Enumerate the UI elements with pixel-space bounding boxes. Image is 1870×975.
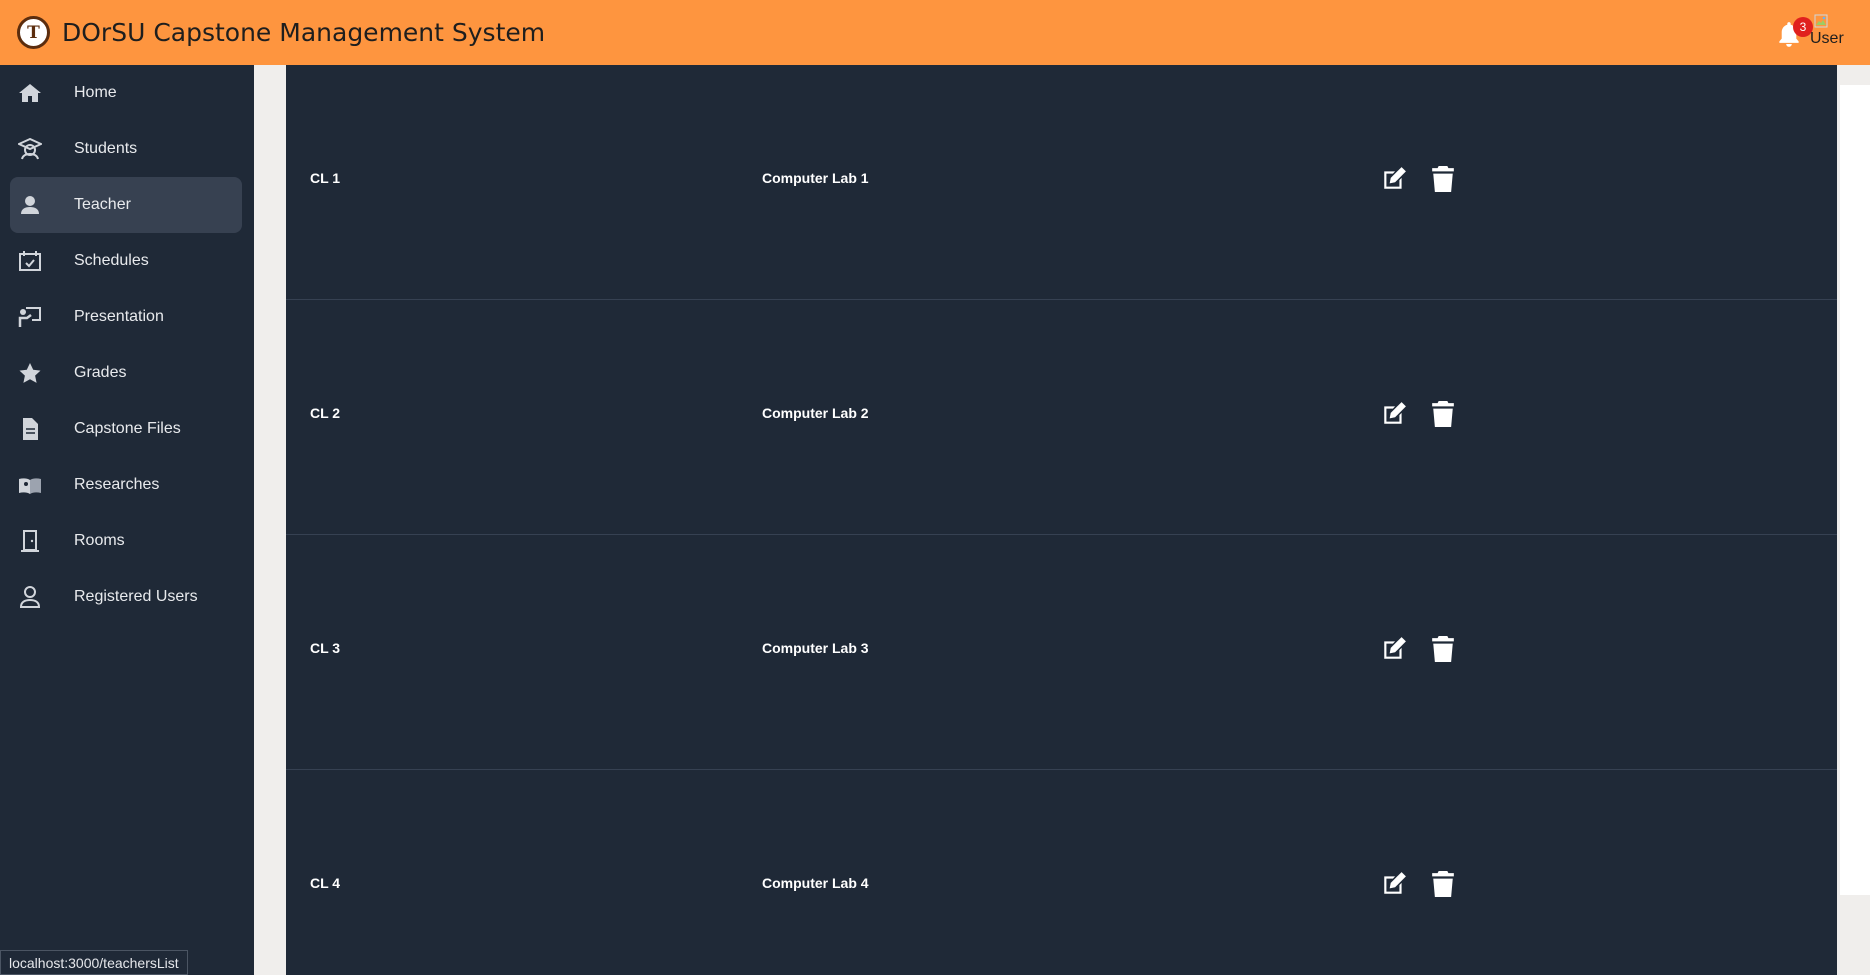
room-code: CL 4 <box>310 875 341 891</box>
table-row: CL 2 Computer Lab 2 <box>286 300 1837 535</box>
sidebar-item-home[interactable]: Home <box>0 65 254 121</box>
book-reader-icon <box>19 478 41 494</box>
home-icon <box>19 84 41 102</box>
room-name: Computer Lab 3 <box>762 640 869 656</box>
trash-icon <box>1432 636 1454 662</box>
sidebar-item-label: Researches <box>74 476 160 493</box>
logo-letter: T <box>27 22 40 43</box>
top-right-controls: 3 User <box>1776 10 1846 55</box>
edit-icon <box>1384 872 1406 894</box>
sidebar-item-label: Grades <box>74 364 127 381</box>
file-icon <box>23 418 38 440</box>
notifications-button[interactable]: 3 <box>1776 16 1813 50</box>
delete-button[interactable] <box>1429 400 1457 428</box>
sidebar-item-label: Capstone Files <box>74 420 181 437</box>
sidebar-item-label: Registered Users <box>74 588 198 605</box>
sidebar-item-researches[interactable]: Researches <box>0 457 254 513</box>
calendar-check-icon <box>19 251 41 271</box>
sidebar-item-schedules[interactable]: Schedules <box>0 233 254 289</box>
trash-icon <box>1432 871 1454 897</box>
sidebar-item-label: Presentation <box>74 308 164 325</box>
edit-icon <box>1384 637 1406 659</box>
room-name: Computer Lab 2 <box>762 405 869 421</box>
rooms-table: CL 1 Computer Lab 1 CL 2 Computer Lab 2 … <box>286 65 1837 975</box>
edit-button[interactable] <box>1380 635 1408 663</box>
sidebar-item-label: Schedules <box>74 252 149 269</box>
edit-icon <box>1384 167 1406 189</box>
sidebar-item-presentation[interactable]: Presentation <box>0 289 254 345</box>
edit-button[interactable] <box>1380 400 1408 428</box>
scrollbar-thumb[interactable] <box>1840 85 1870 895</box>
browser-status-url: localhost:3000/teachersList <box>0 950 188 975</box>
table-row: CL 1 Computer Lab 1 <box>286 65 1837 300</box>
sidebar-item-label: Teacher <box>74 196 131 213</box>
person-icon <box>21 196 39 214</box>
room-name: Computer Lab 4 <box>762 875 869 891</box>
user-outline-icon <box>19 586 41 608</box>
delete-button[interactable] <box>1429 165 1457 193</box>
table-row: CL 3 Computer Lab 3 <box>286 535 1837 770</box>
delete-button[interactable] <box>1429 870 1457 898</box>
edit-icon <box>1384 402 1406 424</box>
user-label: User <box>1810 30 1844 47</box>
sidebar-item-capstone-files[interactable]: Capstone Files <box>0 401 254 457</box>
trash-icon <box>1432 401 1454 427</box>
top-navbar: T DOrSU Capstone Management System 3 Use… <box>0 0 1870 65</box>
trash-icon <box>1432 166 1454 192</box>
room-name: Computer Lab 1 <box>762 170 869 186</box>
presenter-icon <box>18 307 41 327</box>
edit-button[interactable] <box>1380 165 1408 193</box>
sidebar-item-grades[interactable]: Grades <box>0 345 254 401</box>
delete-button[interactable] <box>1429 635 1457 663</box>
app-title: DOrSU Capstone Management System <box>62 18 546 47</box>
room-code: CL 2 <box>310 405 341 421</box>
user-menu[interactable]: User <box>1810 10 1846 55</box>
edit-button[interactable] <box>1380 870 1408 898</box>
sidebar-item-teacher[interactable]: Teacher <box>10 177 242 233</box>
door-icon <box>21 530 39 552</box>
star-icon <box>19 363 41 383</box>
sidebar-item-label: Rooms <box>74 532 125 549</box>
app-logo[interactable]: T <box>17 16 50 49</box>
sidebar-item-students[interactable]: Students <box>0 121 254 177</box>
sidebar-nav: Home Students Teacher Schedules Presenta… <box>0 65 254 625</box>
graduate-icon <box>18 138 42 160</box>
sidebar-item-label: Students <box>74 140 138 157</box>
sidebar: Home Students Teacher Schedules Presenta… <box>0 65 254 975</box>
room-code: CL 1 <box>310 170 341 186</box>
room-code: CL 3 <box>310 640 341 656</box>
sidebar-item-label: Home <box>74 84 117 101</box>
avatar-broken-image-icon <box>1814 14 1828 28</box>
sidebar-item-registered-users[interactable]: Registered Users <box>0 569 254 625</box>
table-row: CL 4 Computer Lab 4 <box>286 770 1837 975</box>
sidebar-item-rooms[interactable]: Rooms <box>0 513 254 569</box>
